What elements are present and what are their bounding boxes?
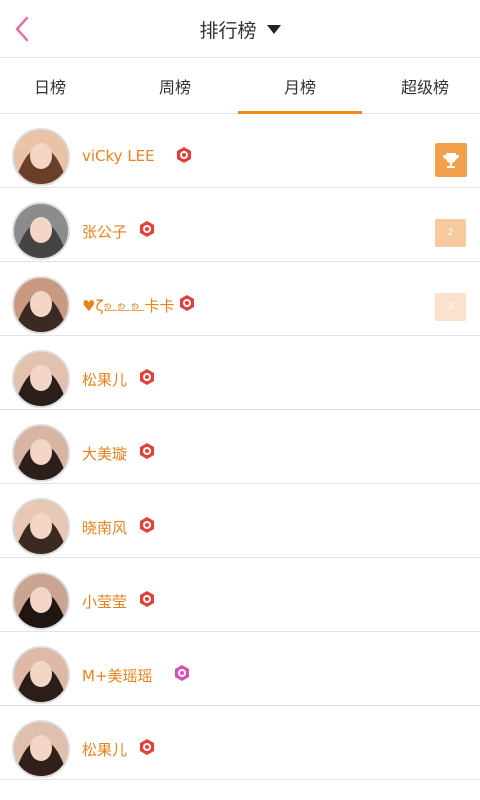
user-name: ♥ζஉஉஉ卡卡: [82, 297, 175, 315]
tab-super[interactable]: 超级榜: [370, 58, 480, 114]
red-level-badge-icon: [177, 293, 197, 313]
red-level-badge-icon: [137, 737, 157, 757]
tab-daily[interactable]: 日榜: [0, 58, 100, 114]
list-item[interactable]: 松果儿: [0, 336, 480, 410]
user-name: 大美璇: [82, 445, 128, 463]
list-item[interactable]: ♥ζஉஉஉ卡卡 3: [0, 262, 480, 336]
avatar[interactable]: [12, 128, 70, 186]
avatar[interactable]: [12, 498, 70, 556]
avatar[interactable]: [12, 646, 70, 704]
user-name: M+美瑶瑶: [82, 667, 153, 685]
list-item[interactable]: 小莹莹: [0, 558, 480, 632]
user-name: 小莹莹: [82, 593, 128, 611]
red-level-badge-icon: [137, 367, 157, 387]
avatar[interactable]: [12, 720, 70, 778]
avatar[interactable]: [12, 424, 70, 482]
user-name: 晓南风: [82, 519, 128, 537]
list-item[interactable]: 松果儿: [0, 706, 480, 780]
list-item[interactable]: M+美瑶瑶: [0, 632, 480, 706]
avatar[interactable]: [12, 202, 70, 260]
caret-down-icon: [266, 24, 281, 34]
trophy-icon: [435, 143, 467, 177]
tab-monthly[interactable]: 月榜: [245, 58, 355, 114]
avatar[interactable]: [12, 350, 70, 408]
user-name: 松果儿: [82, 371, 128, 389]
red-level-badge-icon: [137, 441, 157, 461]
purple-level-badge-icon: [172, 663, 192, 683]
top-bar: 排行榜: [0, 0, 480, 58]
list-item[interactable]: 晓南风: [0, 484, 480, 558]
title-dropdown[interactable]: 排行榜: [0, 0, 480, 58]
list-item[interactable]: viCky LEE: [0, 114, 480, 188]
page-title: 排行榜: [199, 19, 257, 42]
red-level-badge-icon: [137, 219, 157, 239]
red-level-badge-icon: [174, 145, 194, 165]
user-name: viCky LEE: [82, 147, 155, 165]
user-name: 张公子: [82, 223, 128, 241]
avatar[interactable]: [12, 276, 70, 334]
red-level-badge-icon: [137, 515, 157, 535]
user-name: 松果儿: [82, 741, 128, 759]
red-level-badge-icon: [137, 589, 157, 609]
rank-badge: 2: [435, 219, 466, 247]
list-item[interactable]: 大美璇: [0, 410, 480, 484]
list-item[interactable]: 张公子 2: [0, 188, 480, 262]
avatar[interactable]: [12, 572, 70, 630]
ranking-tabs: 日榜 周榜 月榜 超级榜: [0, 58, 480, 114]
rank-badge: 3: [435, 293, 466, 321]
tab-weekly[interactable]: 周榜: [120, 58, 230, 114]
